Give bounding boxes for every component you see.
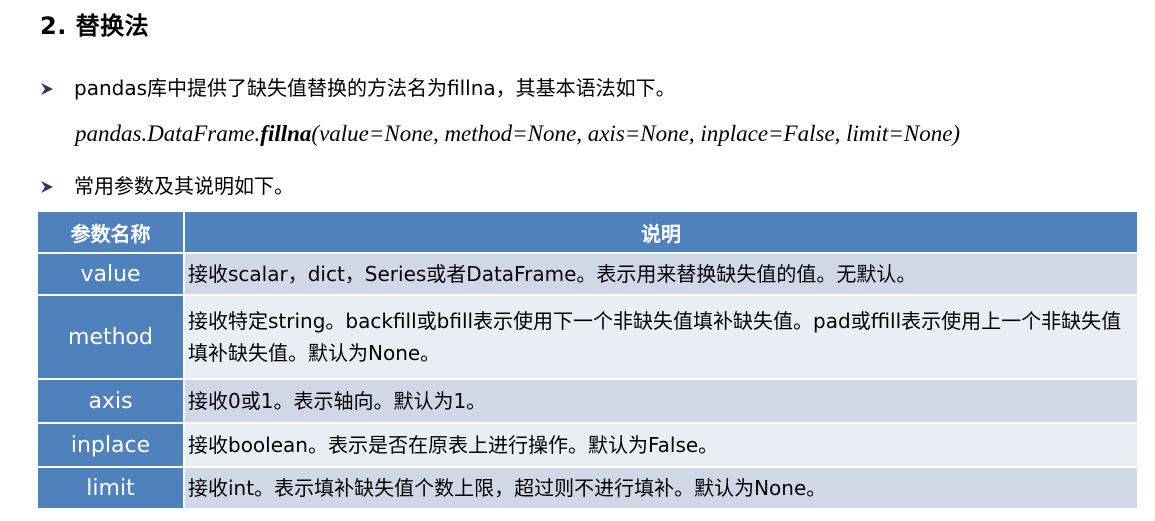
right-arrow-bullet-icon bbox=[41, 83, 53, 95]
table-row: limit 接收int。表示填补缺失值个数上限，超过则不进行填补。默认为None… bbox=[36, 466, 1139, 510]
syntax-args: (value=None, method=None, axis=None, inp… bbox=[311, 121, 961, 146]
column-header-param-name: 参数名称 bbox=[36, 210, 185, 254]
param-name-cell: method bbox=[36, 294, 185, 380]
table-row: method 接收特定string。backfill或bfill表示使用下一个非… bbox=[36, 294, 1139, 380]
syntax-method-name: fillna bbox=[260, 121, 312, 146]
syntax-line: pandas.DataFrame.fillna(value=None, meth… bbox=[75, 119, 960, 149]
param-name-cell: inplace bbox=[36, 422, 185, 468]
param-description-cell: 接收boolean。表示是否在原表上进行操作。默认为False。 bbox=[183, 422, 1139, 468]
param-name-cell: value bbox=[36, 252, 185, 296]
param-description-cell: 接收特定string。backfill或bfill表示使用下一个非缺失值填补缺失… bbox=[183, 294, 1139, 380]
param-description-cell: 接收0或1。表示轴向。默认为1。 bbox=[183, 378, 1139, 424]
table-row: value 接收scalar，dict，Series或者DataFrame。表示… bbox=[36, 252, 1139, 296]
column-header-description: 说明 bbox=[183, 210, 1139, 254]
bullet-text: pandas库中提供了缺失值替换的方法名为fillna，其基本语法如下。 bbox=[74, 76, 676, 100]
parameters-table: 参数名称 说明 value 接收scalar，dict，Series或者Data… bbox=[36, 210, 1139, 510]
table-row: axis 接收0或1。表示轴向。默认为1。 bbox=[36, 378, 1139, 424]
param-name-cell: axis bbox=[36, 378, 185, 424]
right-arrow-bullet-icon bbox=[41, 181, 53, 193]
param-description-cell: 接收scalar，dict，Series或者DataFrame。表示用来替换缺失… bbox=[183, 252, 1139, 296]
bullet-text: 常用参数及其说明如下。 bbox=[74, 174, 294, 198]
table-header-row: 参数名称 说明 bbox=[36, 210, 1139, 254]
param-description-cell: 接收int。表示填补缺失值个数上限，超过则不进行填补。默认为None。 bbox=[183, 466, 1139, 510]
table-row: inplace 接收boolean。表示是否在原表上进行操作。默认为False。 bbox=[36, 422, 1139, 468]
bullet-item-fillna-intro: pandas库中提供了缺失值替换的方法名为fillna，其基本语法如下。 bbox=[40, 73, 676, 103]
bullet-item-params-intro: 常用参数及其说明如下。 bbox=[40, 171, 294, 201]
section-heading: 2. 替换法 bbox=[40, 12, 150, 40]
syntax-prefix: pandas.DataFrame. bbox=[75, 121, 261, 146]
param-name-cell: limit bbox=[36, 466, 185, 510]
